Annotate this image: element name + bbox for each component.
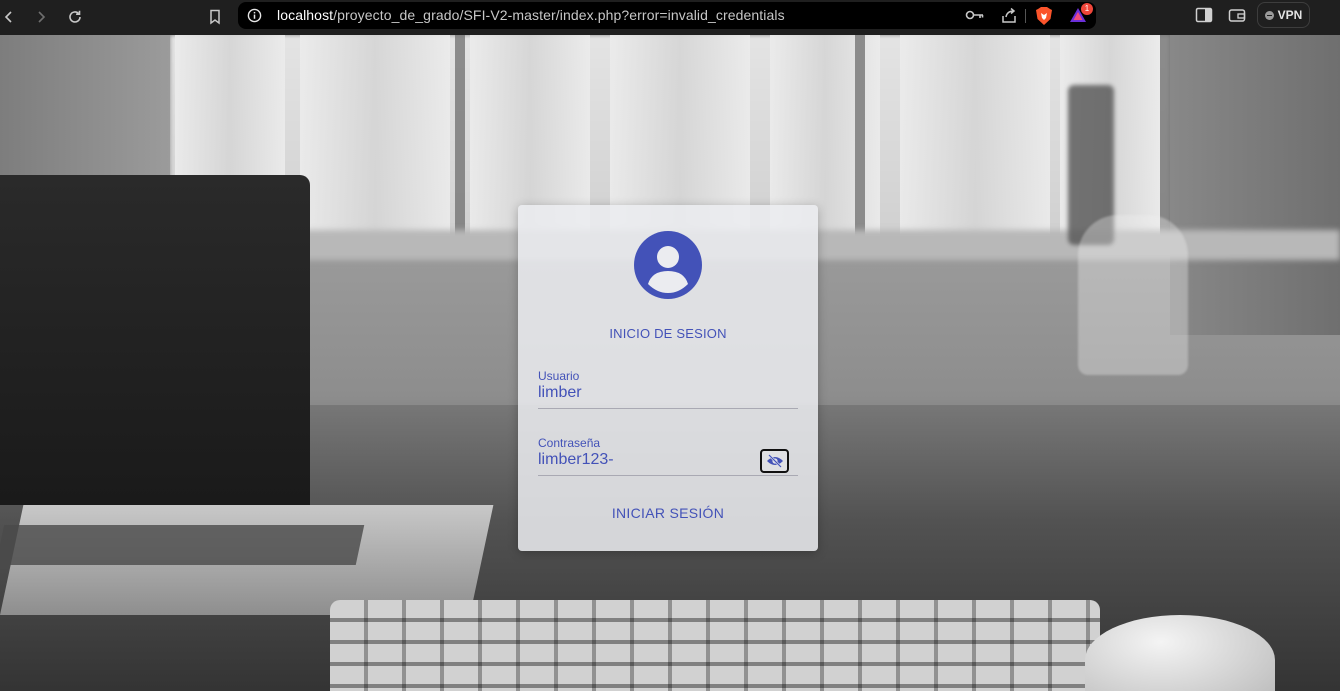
login-title: INICIO DE SESION	[609, 326, 727, 341]
sidebar-icon[interactable]	[1195, 7, 1213, 23]
browser-toolbar: localhost/proyecto_de_grado/SFI-V2-maste…	[0, 0, 1340, 35]
user-avatar-icon	[634, 231, 702, 299]
back-icon	[4, 11, 12, 23]
divider	[1025, 9, 1026, 23]
back-button[interactable]	[0, 6, 20, 28]
wallet-icon[interactable]	[1228, 7, 1246, 23]
login-button[interactable]: INICIAR SESIÓN	[598, 500, 738, 526]
address-bar[interactable]: localhost/proyecto_de_grado/SFI-V2-maste…	[238, 2, 1096, 29]
brave-shield-icon[interactable]	[1035, 6, 1053, 26]
site-info-icon[interactable]	[247, 8, 262, 23]
password-field: Contraseña	[538, 436, 798, 476]
url-text[interactable]: localhost/proyecto_de_grado/SFI-V2-maste…	[277, 7, 785, 23]
toggle-password-button[interactable]	[760, 449, 789, 473]
url-path: /proyecto_de_grado/SFI-V2-master/index.p…	[333, 7, 785, 23]
key-icon[interactable]	[965, 8, 985, 22]
password-input[interactable]	[538, 451, 758, 469]
username-field: Usuario	[538, 369, 798, 409]
eye-slash-icon	[766, 454, 783, 468]
reload-button[interactable]	[64, 6, 86, 28]
username-label: Usuario	[538, 369, 580, 383]
username-input[interactable]	[538, 384, 758, 402]
password-label: Contraseña	[538, 436, 601, 450]
bookmark-icon	[210, 9, 220, 25]
url-host: localhost	[277, 7, 334, 23]
forward-button[interactable]	[30, 6, 52, 28]
rewards-badge: 1	[1081, 3, 1093, 15]
vpn-status-icon	[1264, 10, 1274, 20]
vpn-button[interactable]: VPN	[1257, 2, 1310, 28]
share-icon[interactable]	[1000, 7, 1018, 25]
vpn-label: VPN	[1277, 8, 1303, 22]
login-card: INICIO DE SESION Usuario Contraseña INIC…	[518, 205, 818, 551]
reload-icon	[69, 10, 81, 23]
forward-icon	[38, 11, 46, 23]
bookmark-button[interactable]	[204, 6, 226, 28]
